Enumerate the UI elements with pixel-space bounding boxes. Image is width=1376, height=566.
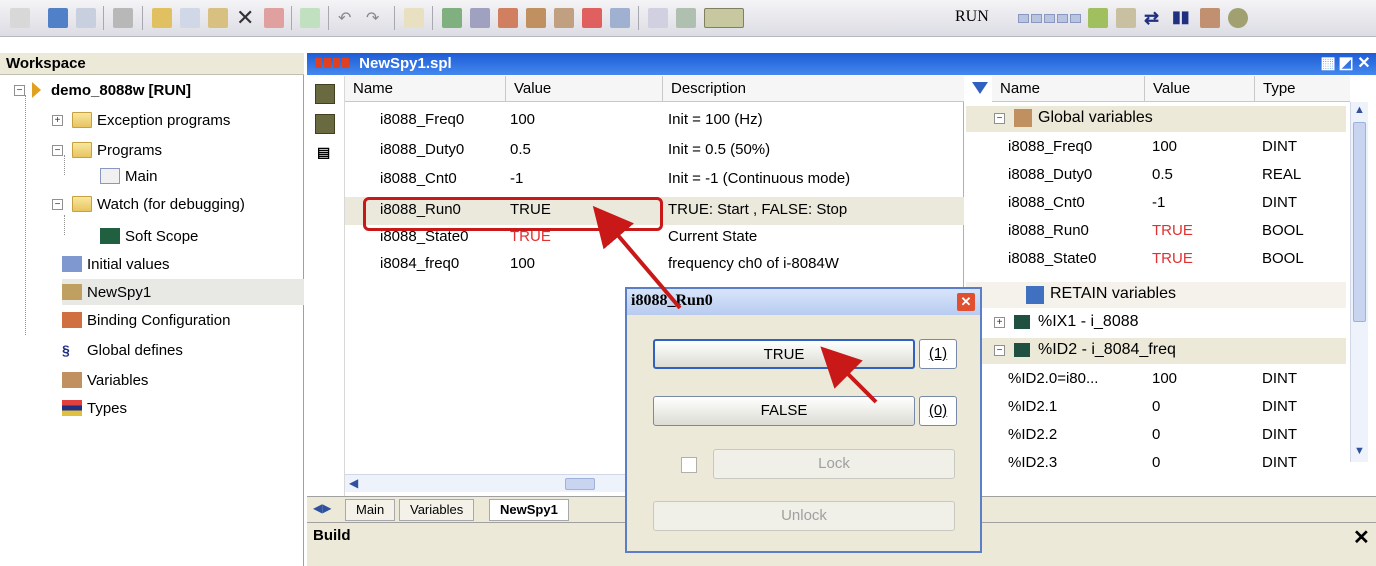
arrow-to-true-button (820, 346, 878, 404)
annotation-arrows (592, 205, 878, 404)
arrow-to-row (592, 205, 682, 310)
